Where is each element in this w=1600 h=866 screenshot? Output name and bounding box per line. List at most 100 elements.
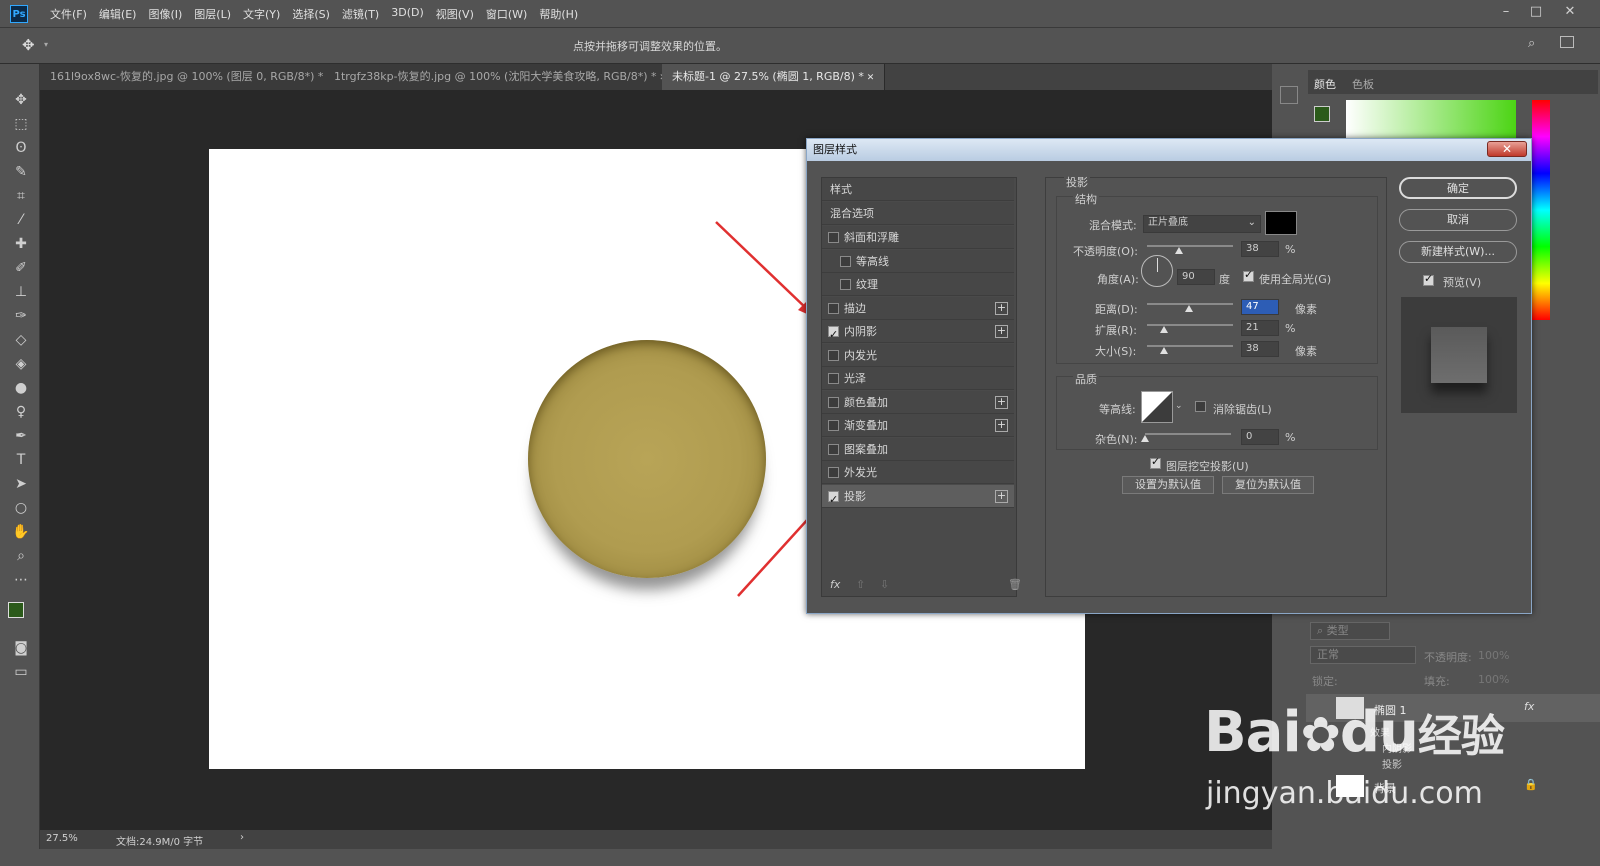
blend-mode-select[interactable]: 正常 (1310, 646, 1416, 664)
global-light-checkbox[interactable] (1243, 268, 1254, 282)
noise-slider[interactable] (1145, 433, 1231, 435)
lasso-icon[interactable]: ʘ (10, 138, 32, 158)
fg-color-chip[interactable] (1314, 106, 1330, 122)
style-checkbox[interactable] (828, 302, 839, 314)
layer-filter[interactable]: ⌕ 类型 (1310, 622, 1390, 640)
eraser-icon[interactable]: ◇ (10, 330, 32, 350)
close-window-icon[interactable]: ✕ (1556, 2, 1584, 22)
menu-item[interactable]: 窗口(W) (480, 6, 533, 22)
style-checkbox[interactable] (828, 349, 839, 361)
angle-input[interactable]: 90 (1177, 269, 1215, 285)
style-item[interactable]: 外发光 (822, 461, 1014, 484)
style-item[interactable]: 光泽 (822, 367, 1014, 390)
menu-item[interactable]: 视图(V) (430, 6, 480, 22)
style-checkbox[interactable] (828, 488, 839, 511)
add-style-icon[interactable]: + (995, 395, 1008, 409)
blend-mode-dropdown[interactable]: 正片叠底 ⌄ (1143, 215, 1261, 233)
opacity-input[interactable]: 38 (1241, 241, 1279, 257)
spread-slider-thumb[interactable] (1160, 326, 1168, 333)
search-icon[interactable]: ⌕ (1528, 36, 1535, 51)
quick-mask-icon[interactable]: ◙ (10, 638, 32, 658)
opacity-slider-thumb[interactable] (1175, 247, 1183, 254)
style-item[interactable]: 渐变叠加 + (822, 414, 1014, 437)
dialog-close-button[interactable]: ✕ (1487, 141, 1527, 157)
menu-item[interactable]: 文字(Y) (237, 6, 286, 22)
noise-input[interactable]: 0 (1241, 429, 1279, 445)
move-up-icon[interactable]: ⇧ (856, 578, 865, 591)
move-down-icon[interactable]: ⇩ (880, 578, 889, 591)
menu-item[interactable]: 图像(I) (142, 6, 188, 22)
history-brush-icon[interactable]: ✑ (10, 306, 32, 326)
style-checkbox[interactable] (828, 420, 839, 431)
bucket-icon[interactable]: ◈ (10, 354, 32, 374)
noise-slider-thumb[interactable] (1141, 435, 1149, 442)
set-default-button[interactable]: 设置为默认值 (1122, 476, 1214, 494)
style-checkbox[interactable] (840, 279, 851, 290)
maximize-icon[interactable]: □ (1522, 2, 1550, 22)
eyedropper-icon[interactable]: ⁄ (10, 210, 32, 230)
move-icon[interactable]: ✥ (10, 90, 32, 110)
size-input[interactable]: 38 (1241, 341, 1279, 357)
add-style-icon[interactable]: + (995, 325, 1008, 338)
new-style-button[interactable]: 新建样式(W)... (1399, 241, 1517, 263)
cancel-button[interactable]: 取消 (1399, 209, 1517, 231)
brush-icon[interactable]: ✐ (10, 258, 32, 278)
fx-icon[interactable]: fx (1524, 700, 1534, 713)
menu-item[interactable]: 3D(D) (385, 6, 430, 22)
stamp-icon[interactable]: ⊥ (10, 282, 32, 302)
panel-toggle-icon[interactable] (1280, 86, 1298, 104)
dodge-icon[interactable]: ♀ (10, 402, 32, 422)
opacity-slider[interactable] (1147, 245, 1233, 247)
antialias-checkbox[interactable] (1195, 401, 1206, 412)
ok-button[interactable]: 确定 (1399, 177, 1517, 199)
crop-icon[interactable]: ⌗ (10, 186, 32, 206)
reset-default-button[interactable]: 复位为默认值 (1222, 476, 1314, 494)
minimize-icon[interactable]: – (1492, 2, 1520, 22)
status-arrow-icon[interactable]: › (240, 832, 244, 843)
quick-select-icon[interactable]: ✎ (10, 162, 32, 182)
preview-checkbox[interactable] (1423, 272, 1434, 286)
style-item[interactable]: 内发光 (822, 343, 1014, 367)
document-tab[interactable]: 未标题-1 @ 27.5% (椭圆 1, RGB/8) * ✕ (662, 64, 886, 90)
zoom-level[interactable]: 27.5% (46, 833, 78, 844)
style-checkbox[interactable] (828, 323, 839, 346)
healing-icon[interactable]: ✚ (10, 234, 32, 254)
document-tab[interactable]: 1trgfz38kp-恢复的.jpg @ 100% (沈阳大学美食攻略, RGB… (324, 64, 678, 90)
menu-item[interactable]: 帮助(H) (533, 6, 584, 22)
type-icon[interactable]: T (10, 450, 32, 470)
fill-value[interactable]: 100% (1478, 673, 1509, 686)
style-checkbox[interactable] (828, 232, 839, 243)
add-style-icon[interactable]: + (995, 419, 1008, 432)
style-item[interactable]: 投影 + (822, 484, 1014, 511)
contour-chevron-icon[interactable]: ⌄ (1175, 401, 1183, 411)
styles-header[interactable]: 样式 (822, 178, 1014, 201)
zoom-icon[interactable]: ⌕ (10, 546, 32, 566)
more-tools-icon[interactable]: ⋯ (10, 570, 32, 590)
screen-mode-icon[interactable]: ▭ (10, 662, 32, 682)
distance-input[interactable]: 47 (1241, 299, 1279, 315)
style-checkbox[interactable] (828, 373, 839, 384)
menu-item[interactable]: 滤镜(T) (336, 6, 385, 22)
trash-icon[interactable]: 🗑 (1008, 578, 1022, 591)
pen-icon[interactable]: ✒ (10, 426, 32, 446)
style-checkbox[interactable] (828, 396, 839, 408)
contour-preview[interactable] (1141, 391, 1173, 423)
menu-item[interactable]: 选择(S) (286, 6, 336, 22)
style-checkbox[interactable] (828, 443, 839, 455)
menu-item[interactable]: 编辑(E) (93, 6, 143, 22)
shadow-color-swatch[interactable] (1265, 211, 1297, 235)
style-item[interactable]: 斜面和浮雕 (822, 226, 1014, 249)
style-item[interactable]: 等高线 (822, 249, 1014, 273)
marquee-icon[interactable]: ⬚ (10, 114, 32, 134)
style-item[interactable]: 颜色叠加 + (822, 390, 1014, 414)
angle-dial[interactable] (1141, 255, 1173, 287)
knockout-checkbox[interactable] (1150, 455, 1161, 469)
style-item[interactable]: 描边 + (822, 296, 1014, 320)
workspace-icon[interactable] (1560, 36, 1574, 48)
style-item[interactable]: 内阴影 + (822, 320, 1014, 346)
path-select-icon[interactable]: ➤ (10, 474, 32, 494)
tab-swatches[interactable]: 色板 (1352, 76, 1374, 92)
tab-close-icon[interactable]: ✕ (864, 73, 875, 83)
fx-menu-icon[interactable]: fx (830, 578, 840, 591)
tab-color[interactable]: 颜色 (1314, 76, 1336, 92)
